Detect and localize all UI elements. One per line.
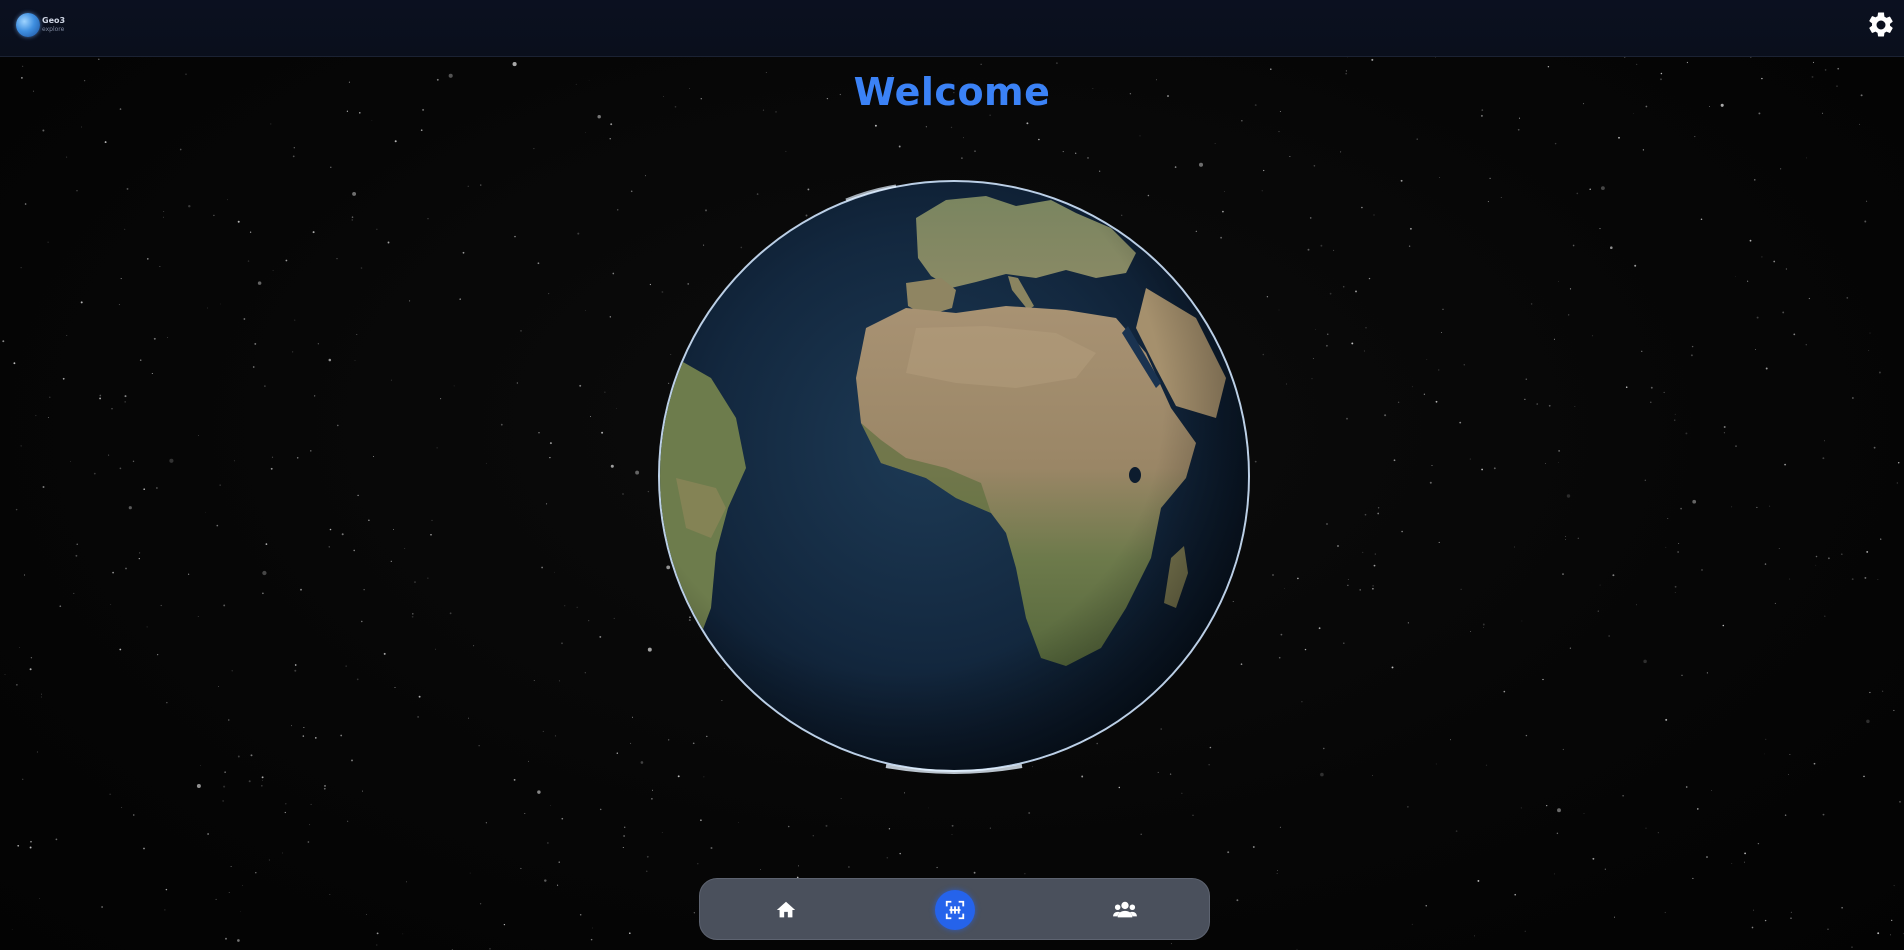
top-bar: Geo3 explore (0, 0, 1904, 57)
settings-button[interactable] (1866, 10, 1896, 40)
app-logo[interactable]: Geo3 explore (16, 12, 74, 38)
earth-globe-image (658, 180, 1250, 774)
earth-globe[interactable] (656, 178, 1252, 774)
page-title: Welcome (853, 70, 1051, 114)
nav-scan-button[interactable] (935, 890, 975, 930)
nav-community-button[interactable] (1105, 890, 1145, 930)
logo-line-1: Geo3 (42, 16, 66, 25)
users-icon (1113, 901, 1137, 918)
logo-text: Geo3 explore (42, 17, 65, 33)
logo-line-2: explore (42, 26, 65, 33)
scan-icon (945, 900, 965, 920)
app-screen: Geo3 explore Welcome (0, 0, 1904, 950)
bottom-navigation (699, 878, 1210, 940)
gear-icon (1869, 12, 1893, 37)
nav-home-button[interactable] (766, 890, 806, 930)
home-icon (776, 901, 796, 918)
globe-logo-icon (16, 13, 40, 37)
